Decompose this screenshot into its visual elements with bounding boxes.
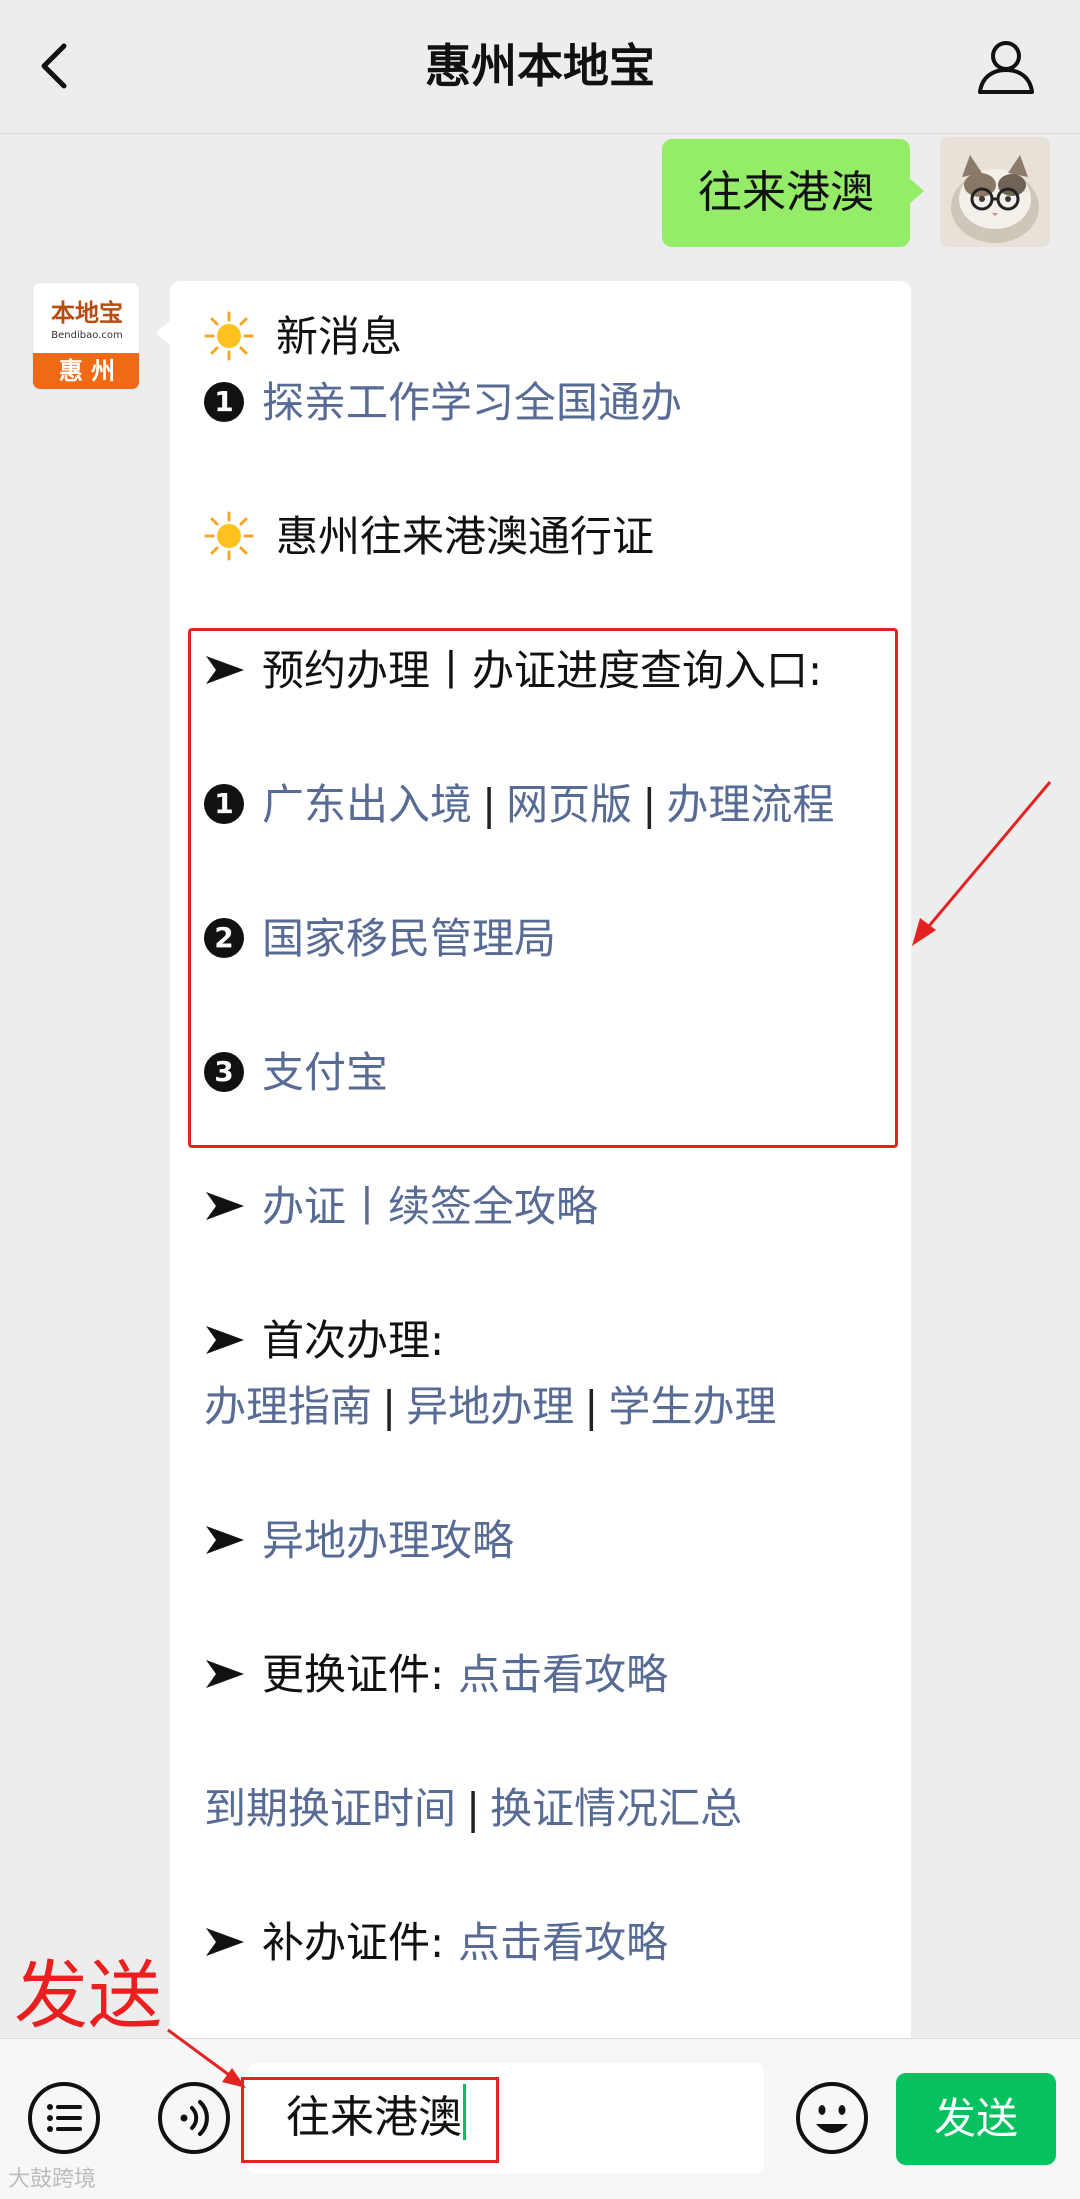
top-bar: 惠州本地宝 (0, 0, 1080, 134)
account-avatar[interactable]: 本地宝 Bendibao.com 惠 州 (32, 282, 140, 390)
send-button[interactable]: 发送 (896, 2073, 1056, 2165)
cat-avatar-icon (940, 137, 1050, 247)
page-title: 惠州本地宝 (425, 39, 655, 93)
new-msg-row: 新消息 (204, 307, 402, 367)
link-student-handling[interactable]: 学生办理 (608, 1382, 776, 1431)
annotation-highlight-box (188, 628, 898, 1148)
chat-screen: 惠州本地宝 往来港澳 本地宝 Bendibao.com 惠 州 新消息 1 探亲… (0, 0, 1080, 2199)
sun-icon (204, 311, 254, 360)
account-city: 惠 州 (33, 353, 139, 389)
annotation-label: 发送 (14, 1953, 162, 2039)
separator: | (584, 1382, 599, 1431)
arrow-right-icon (206, 1659, 244, 1688)
link-replace-guide[interactable]: 点击看攻略 (458, 1650, 668, 1699)
new-msg-link-row: 1 探亲工作学习全国通办 (204, 373, 682, 433)
person-icon (978, 41, 1034, 94)
smiley-icon (796, 2082, 868, 2154)
link-full-guide[interactable]: 办证丨续签全攻略 (262, 1182, 598, 1231)
menu-button[interactable] (26, 2080, 102, 2156)
guide-row: 办证丨续签全攻略 (204, 1177, 598, 1237)
arrow-right-icon (206, 1191, 244, 1220)
arrow-right-icon (206, 1325, 244, 1354)
outgoing-bubble[interactable]: 往来港澳 (662, 139, 924, 247)
section-title: 惠州往来港澳通行证 (276, 512, 655, 561)
account-logo-subtext: Bendibao.com (51, 330, 123, 341)
arrow-right-icon (206, 1927, 244, 1956)
link-reissue-guide[interactable]: 点击看攻略 (458, 1918, 668, 1967)
account-logo-text: 本地宝 (51, 299, 123, 327)
input-bar: 发送 (0, 2038, 1080, 2199)
number-badge: 1 (204, 381, 244, 422)
voice-icon (158, 2082, 230, 2154)
link-remote-guide[interactable]: 异地办理攻略 (262, 1516, 514, 1565)
reissue-label: 补办证件: (262, 1918, 445, 1967)
list-menu-icon (28, 2082, 100, 2154)
watermark: 大鼓跨境 (8, 2166, 96, 2194)
link-remote-handling[interactable]: 异地办理 (406, 1382, 574, 1431)
separator: | (382, 1382, 397, 1431)
account-logo: 本地宝 Bendibao.com (33, 283, 139, 355)
voice-button[interactable] (156, 2080, 232, 2156)
annotation-input-box (241, 2077, 499, 2163)
emoji-button[interactable] (794, 2080, 870, 2156)
remote-row: 异地办理攻略 (204, 1511, 514, 1571)
section-title-row: 惠州往来港澳通行证 (204, 507, 654, 567)
replace-label: 更换证件: (262, 1650, 445, 1699)
first-time-label-row: 首次办理: (204, 1311, 444, 1371)
first-time-links-row: 办理指南 | 异地办理 | 学生办理 (204, 1377, 776, 1437)
new-msg-label: 新消息 (276, 312, 403, 361)
link-expiry-time[interactable]: 到期换证时间 (204, 1784, 456, 1833)
link-handling-guide[interactable]: 办理指南 (204, 1382, 372, 1431)
profile-button[interactable] (974, 34, 1038, 98)
user-avatar[interactable] (940, 137, 1050, 247)
expiry-links-row: 到期换证时间 | 换证情况汇总 (204, 1779, 742, 1839)
sun-icon (204, 511, 254, 560)
link-renewal-summary[interactable]: 换证情况汇总 (490, 1784, 742, 1833)
replace-row: 更换证件: 点击看攻略 (204, 1645, 668, 1705)
separator: | (466, 1784, 481, 1833)
watermark-text: 大鼓跨境 (8, 2167, 97, 2192)
arrow-right-icon (206, 1525, 244, 1554)
first-time-label: 首次办理: (262, 1316, 445, 1365)
annotation-arrow-right (912, 781, 1052, 946)
link-nationwide-service[interactable]: 探亲工作学习全国通办 (262, 378, 682, 427)
reply-bubble: 新消息 1 探亲工作学习全国通办 惠州往来港澳通行证 预约办理丨办证进度查询入口:… (156, 281, 911, 2071)
reissue-row: 补办证件: 点击看攻略 (204, 1913, 668, 1973)
